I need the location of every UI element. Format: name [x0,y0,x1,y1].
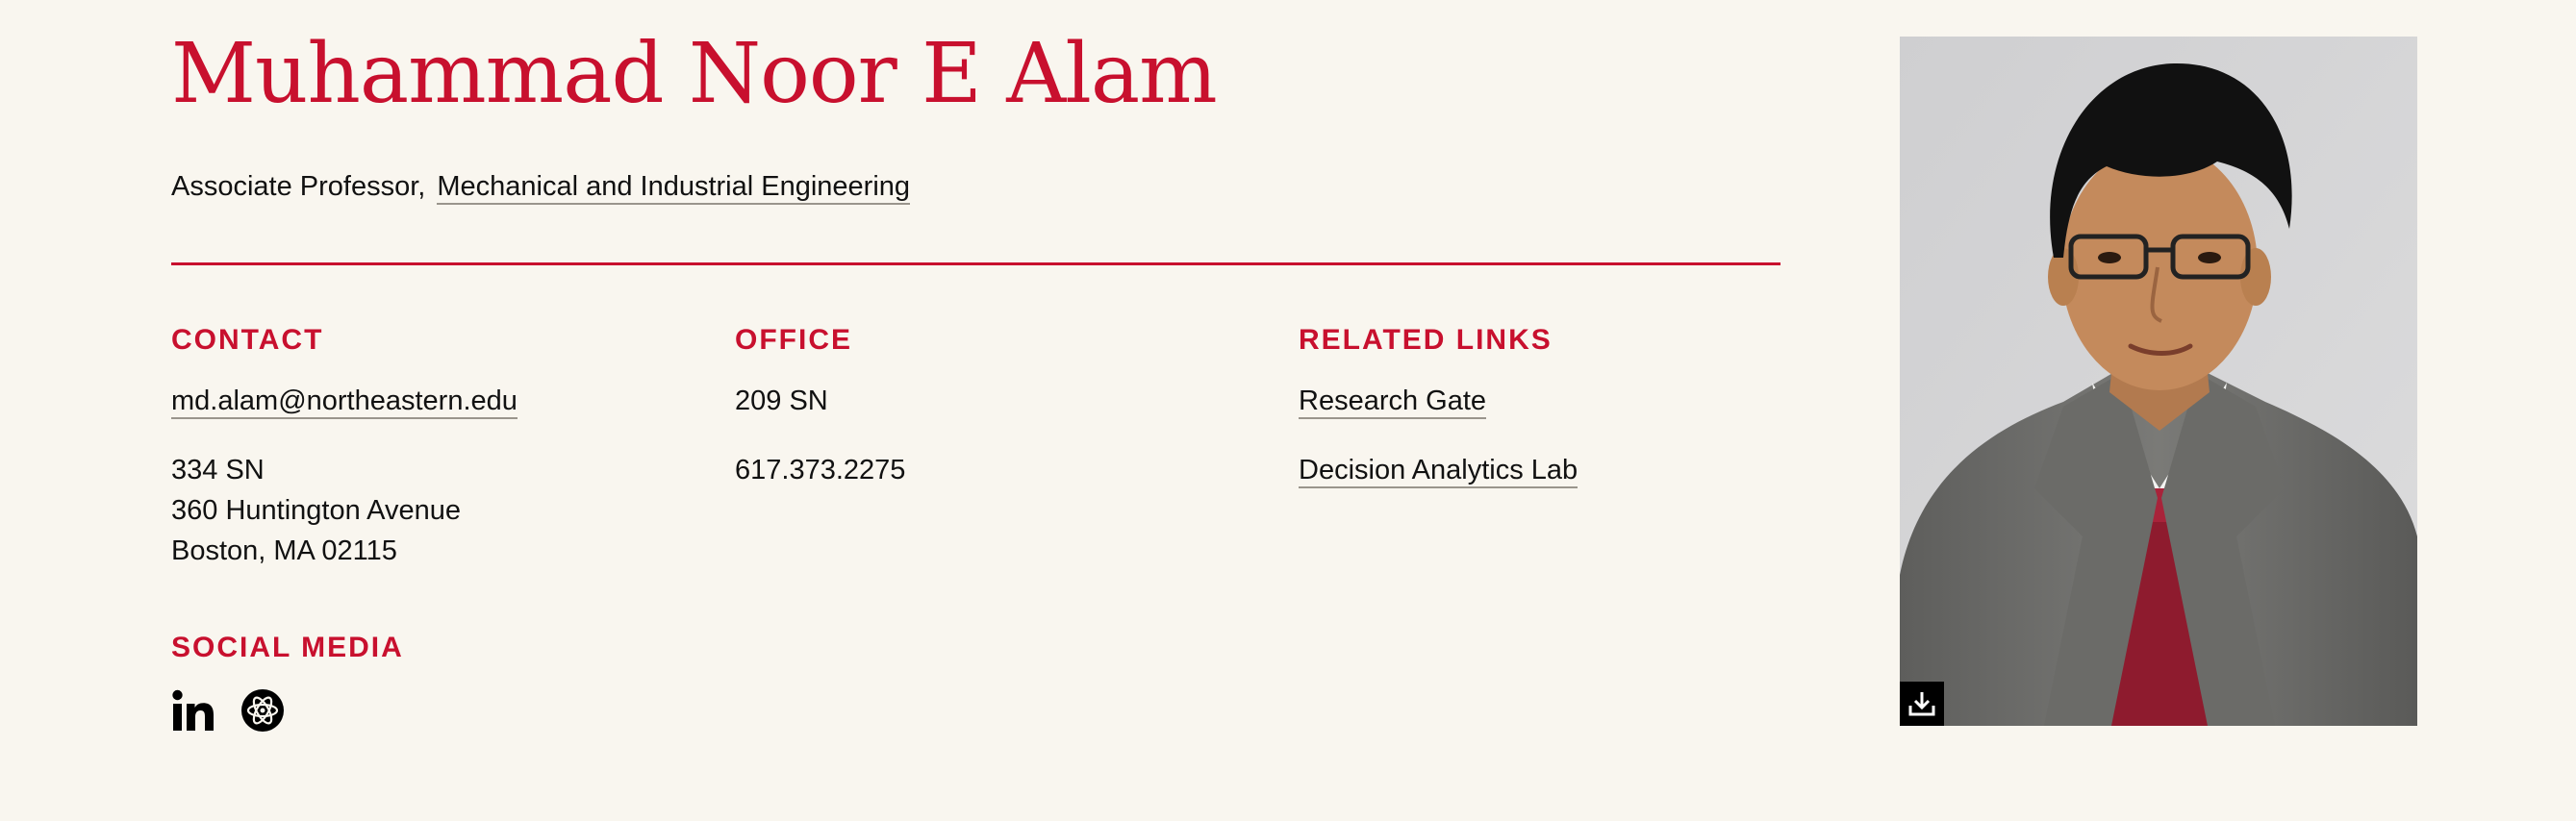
researchgate-icon[interactable] [240,688,285,733]
office-room: 209 SN [735,386,828,416]
contact-section: CONTACT md.alam@northeastern.edu 334 SN … [171,321,691,600]
office-heading: OFFICE [735,324,852,356]
profile-role: Associate Professor, Mechanical and Indus… [171,167,911,206]
profile-title: Associate Professor, [171,171,426,202]
related-links-heading: RELATED LINKS [1299,324,1553,356]
decision-analytics-lab-link[interactable]: Decision Analytics Lab [1299,455,1578,488]
address-line: 334 SN [171,455,265,485]
portrait-illustration [1900,37,2417,726]
office-phone: 617.373.2275 [735,455,906,485]
social-media-section: SOCIAL MEDIA [171,629,404,733]
contact-heading: CONTACT [171,324,324,356]
email-link[interactable]: md.alam@northeastern.edu [171,386,518,419]
address: 334 SN 360 Huntington Avenue Boston, MA … [171,450,691,571]
profile-name: Muhammad Noor E Alam [171,26,1218,122]
address-line: Boston, MA 02115 [171,535,397,566]
linkedin-icon[interactable] [171,688,215,733]
related-links-section: RELATED LINKS Research Gate Decision Ana… [1299,321,1818,519]
profile-photo [1900,37,2417,726]
social-icons [171,688,404,733]
divider [171,262,1780,265]
download-icon [1908,692,1935,716]
research-gate-link[interactable]: Research Gate [1299,386,1487,419]
address-line: 360 Huntington Avenue [171,495,462,526]
social-media-heading: SOCIAL MEDIA [171,632,404,663]
department-link[interactable]: Mechanical and Industrial Engineering [437,171,911,205]
office-section: OFFICE 209 SN 617.373.2275 [735,321,1254,519]
download-button[interactable] [1900,682,1944,726]
